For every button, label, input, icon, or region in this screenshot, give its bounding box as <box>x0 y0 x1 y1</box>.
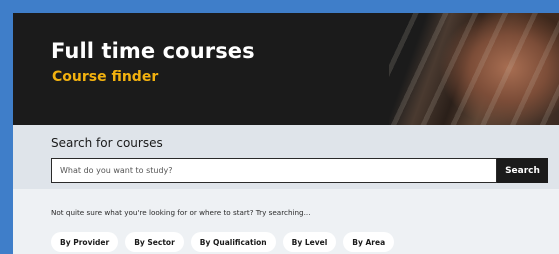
chip-by-level[interactable]: By Level <box>282 232 337 252</box>
chip-by-provider[interactable]: By Provider <box>51 232 119 252</box>
search-heading: Search for courses <box>51 136 163 150</box>
hero-image <box>389 13 559 125</box>
search-section: Search for courses Search <box>13 125 559 189</box>
page-subtitle: Course finder <box>52 69 159 85</box>
search-button[interactable]: Search <box>497 158 548 183</box>
hero-image-texture <box>389 13 559 125</box>
chip-by-qualification[interactable]: By Qualification <box>190 232 276 252</box>
chip-by-area[interactable]: By Area <box>343 232 395 252</box>
browse-chips: By Provider By Sector By Qualification B… <box>51 232 395 252</box>
browse-section: Not quite sure what you're looking for o… <box>13 189 559 254</box>
browse-prompt: Not quite sure what you're looking for o… <box>51 208 311 217</box>
page-frame: Full time courses Course finder Search f… <box>13 13 559 254</box>
page-title: Full time courses <box>51 39 255 63</box>
search-input[interactable] <box>51 158 497 183</box>
chip-by-sector[interactable]: By Sector <box>125 232 184 252</box>
hero-banner: Full time courses Course finder <box>13 13 559 125</box>
